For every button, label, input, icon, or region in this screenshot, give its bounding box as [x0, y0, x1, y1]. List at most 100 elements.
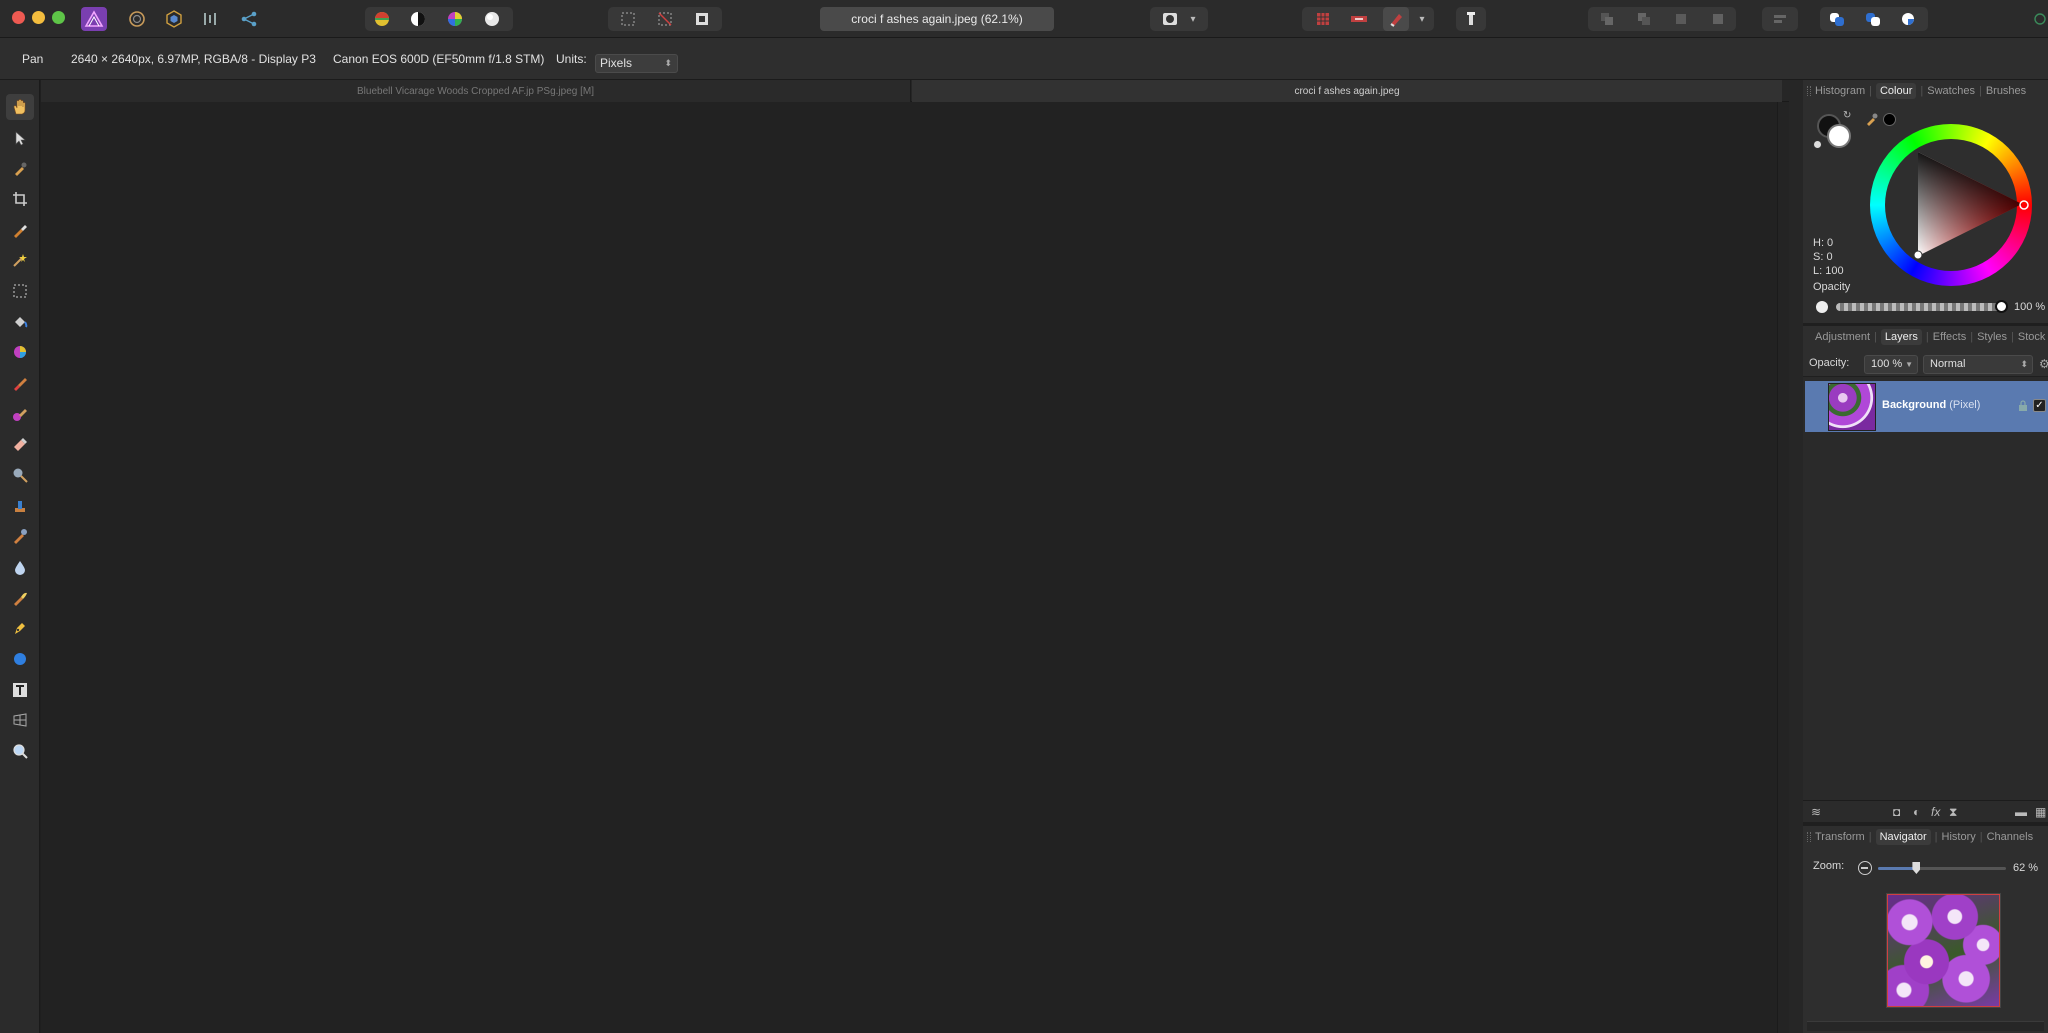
liquify-persona-icon[interactable]: [124, 7, 150, 31]
colour-wheel[interactable]: [1870, 124, 2032, 286]
zoom-slider-handle[interactable]: [1912, 862, 1921, 874]
add-boolean-icon[interactable]: [1824, 7, 1850, 31]
layer-opacity-field[interactable]: 100 % ▼: [1864, 355, 1918, 374]
move-back-one-icon[interactable]: [1631, 7, 1657, 31]
document-canvas[interactable]: [41, 102, 1789, 1033]
adjustment-layer-icon[interactable]: ◐: [1913, 805, 1920, 819]
tab-histogram[interactable]: Histogram: [1815, 85, 1865, 97]
zoom-slider[interactable]: [1878, 862, 2006, 874]
select-all-icon[interactable]: [615, 7, 641, 31]
vertical-scrollbar[interactable]: [1777, 102, 1789, 1033]
paint-brush-tool[interactable]: [6, 370, 34, 396]
sl-handle[interactable]: [1913, 250, 1923, 260]
zoom-window-button[interactable]: [52, 11, 65, 24]
photo-persona-icon[interactable]: [81, 7, 107, 31]
tab-swatches[interactable]: Swatches: [1927, 85, 1975, 97]
move-to-back-icon[interactable]: [1594, 7, 1620, 31]
navigator-bottom-scroll[interactable]: [1807, 1021, 2044, 1031]
smudge-brush-tool[interactable]: [6, 585, 34, 611]
opacity-value[interactable]: 100 %: [2014, 301, 2045, 313]
quick-mask-icon[interactable]: [1157, 7, 1183, 31]
selection-brush-tool[interactable]: [6, 217, 34, 243]
layer-settings-icon[interactable]: ⚙: [2039, 357, 2048, 371]
blend-mode-select[interactable]: Normal ⬍: [1923, 355, 2033, 374]
erase-brush-tool[interactable]: [6, 431, 34, 457]
layer-row[interactable]: Background (Pixel) ✓: [1805, 381, 2048, 432]
blemish-removal-tool[interactable]: [6, 523, 34, 549]
align-icon[interactable]: [1767, 7, 1793, 31]
view-tool[interactable]: [6, 94, 34, 120]
tab-layers[interactable]: Layers: [1880, 329, 1922, 345]
tab-adjustment[interactable]: Adjustment: [1815, 331, 1870, 343]
tone-mapping-persona-icon[interactable]: [198, 7, 224, 31]
mesh-warp-tool[interactable]: [6, 707, 34, 733]
tab-channels[interactable]: Channels: [1987, 831, 2033, 843]
group-folder-icon[interactable]: ▬: [2015, 805, 2027, 819]
hsl-icon[interactable]: [442, 7, 468, 31]
move-forward-one-icon[interactable]: [1668, 7, 1694, 31]
close-window-button[interactable]: [12, 11, 25, 24]
dodge-brush-tool[interactable]: [6, 462, 34, 488]
reset-colours-icon[interactable]: [1813, 140, 1822, 149]
white-balance-icon[interactable]: [479, 7, 505, 31]
shape-tool[interactable]: [6, 646, 34, 672]
units-select[interactable]: Pixels ⬍: [595, 54, 678, 73]
divide-boolean-icon[interactable]: [2030, 7, 2048, 31]
intersect-boolean-icon[interactable]: [1896, 7, 1922, 31]
tab-styles[interactable]: Styles: [1977, 331, 2007, 343]
layer-visibility-checkbox[interactable]: ✓: [2033, 399, 2046, 412]
develop-persona-icon[interactable]: [161, 7, 187, 31]
snapping-options-icon[interactable]: [1346, 7, 1372, 31]
zoom-value[interactable]: 62 %: [2013, 862, 2038, 874]
clone-brush-tool[interactable]: [6, 493, 34, 519]
black-white-icon[interactable]: [405, 7, 431, 31]
tab-stock[interactable]: Stock: [2018, 331, 2046, 343]
document-tab-bluebell[interactable]: Bluebell Vicarage Woods Cropped AF.jp PS…: [41, 80, 911, 102]
document-tab-croci[interactable]: croci f ashes again.jpeg: [912, 80, 1782, 102]
tab-history[interactable]: History: [1942, 831, 1976, 843]
crop-tool[interactable]: [6, 186, 34, 212]
move-to-front-icon[interactable]: [1705, 7, 1731, 31]
subtract-boolean-icon[interactable]: [1860, 7, 1886, 31]
flood-fill-tool[interactable]: [6, 309, 34, 335]
snapping-dropdown-icon[interactable]: ▾: [1414, 7, 1430, 31]
background-colour-swatch[interactable]: [1827, 124, 1851, 148]
assistant-icon[interactable]: [1458, 7, 1484, 31]
snapping-grid-icon[interactable]: [1310, 7, 1336, 31]
export-persona-icon[interactable]: [236, 7, 262, 31]
move-tool[interactable]: [6, 125, 34, 151]
add-pixel-layer-icon[interactable]: ▦: [2035, 805, 2046, 819]
navigator-preview[interactable]: [1886, 893, 2001, 1008]
flood-select-tool[interactable]: [6, 247, 34, 273]
gradient-tool[interactable]: [6, 339, 34, 365]
lock-icon[interactable]: [2018, 399, 2028, 417]
text-tool[interactable]: [6, 677, 34, 703]
quick-mask-dropdown-icon[interactable]: ▾: [1185, 7, 1201, 31]
marquee-tool[interactable]: [6, 278, 34, 304]
live-filter-icon[interactable]: ⧗: [1949, 805, 1957, 820]
zoom-out-icon[interactable]: [1858, 861, 1872, 875]
zoom-tool[interactable]: [6, 738, 34, 764]
snapping-magnet-icon[interactable]: [1383, 7, 1409, 31]
tab-effects[interactable]: Effects: [1933, 331, 1966, 343]
invert-selection-icon[interactable]: [689, 7, 715, 31]
blur-brush-tool[interactable]: [6, 554, 34, 580]
opacity-slider-handle[interactable]: [1995, 300, 2008, 313]
pen-tool[interactable]: [6, 615, 34, 641]
mask-layer-icon[interactable]: ◘: [1893, 805, 1900, 819]
hue-handle[interactable]: [2019, 200, 2029, 210]
tab-brushes[interactable]: Brushes: [1986, 85, 2026, 97]
minimize-window-button[interactable]: [32, 11, 45, 24]
color-picker-tool[interactable]: [6, 156, 34, 182]
navigator-view-frame[interactable]: [1887, 894, 2000, 1007]
tab-navigator[interactable]: Navigator: [1875, 829, 1931, 845]
deselect-icon[interactable]: [652, 7, 678, 31]
layers-stack-icon[interactable]: ≋: [1811, 805, 1821, 819]
opacity-slider[interactable]: [1836, 300, 2008, 313]
tab-transform[interactable]: Transform: [1815, 831, 1865, 843]
swap-colours-icon[interactable]: ↻: [1843, 110, 1851, 121]
color-replacement-tool[interactable]: [6, 401, 34, 427]
tab-colour[interactable]: Colour: [1875, 83, 1917, 99]
fx-icon[interactable]: fx: [1931, 805, 1940, 819]
levels-icon[interactable]: [369, 7, 395, 31]
